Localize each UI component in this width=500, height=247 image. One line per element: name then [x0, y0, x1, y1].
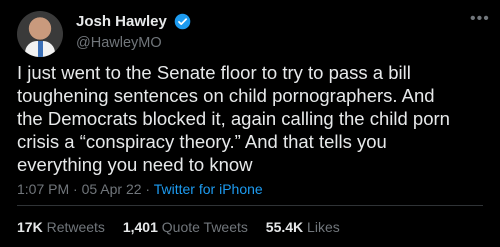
engagement-stats: 17K Retweets 1,401 Quote Tweets 55.4K Li…: [17, 219, 354, 235]
divider: [17, 205, 483, 206]
tweet-source-link[interactable]: Twitter for iPhone: [154, 181, 263, 197]
retweets-stat[interactable]: 17K Retweets: [17, 219, 109, 235]
tweet-time[interactable]: 1:07 PM: [17, 181, 69, 197]
quote-tweets-label: Quote Tweets: [161, 219, 248, 235]
quote-tweets-count: 1,401: [122, 219, 158, 235]
tweet-card: Josh Hawley @HawleyMO ••• I just went to…: [0, 0, 500, 247]
likes-label: Likes: [307, 219, 340, 235]
avatar-tie: [38, 41, 43, 57]
meta-separator: ·: [145, 181, 151, 197]
quote-tweets-stat[interactable]: 1,401 Quote Tweets: [123, 219, 252, 235]
retweets-label: Retweets: [46, 219, 105, 235]
verified-badge-icon: [174, 13, 191, 30]
meta-separator: ·: [73, 181, 78, 197]
more-options-icon[interactable]: •••: [470, 10, 490, 28]
likes-stat[interactable]: 55.4K Likes: [266, 219, 340, 235]
likes-count: 55.4K: [265, 219, 304, 235]
tweet-date[interactable]: 05 Apr 22: [82, 181, 142, 197]
avatar[interactable]: [17, 11, 63, 57]
author-handle[interactable]: @HawleyMO: [76, 35, 162, 51]
retweets-count: 17K: [17, 219, 43, 235]
tweet-meta: 1:07 PM · 05 Apr 22 · Twitter for iPhone: [17, 181, 263, 197]
tweet-text: I just went to the Senate floor to try t…: [17, 62, 450, 175]
author-name[interactable]: Josh Hawley: [76, 13, 167, 30]
